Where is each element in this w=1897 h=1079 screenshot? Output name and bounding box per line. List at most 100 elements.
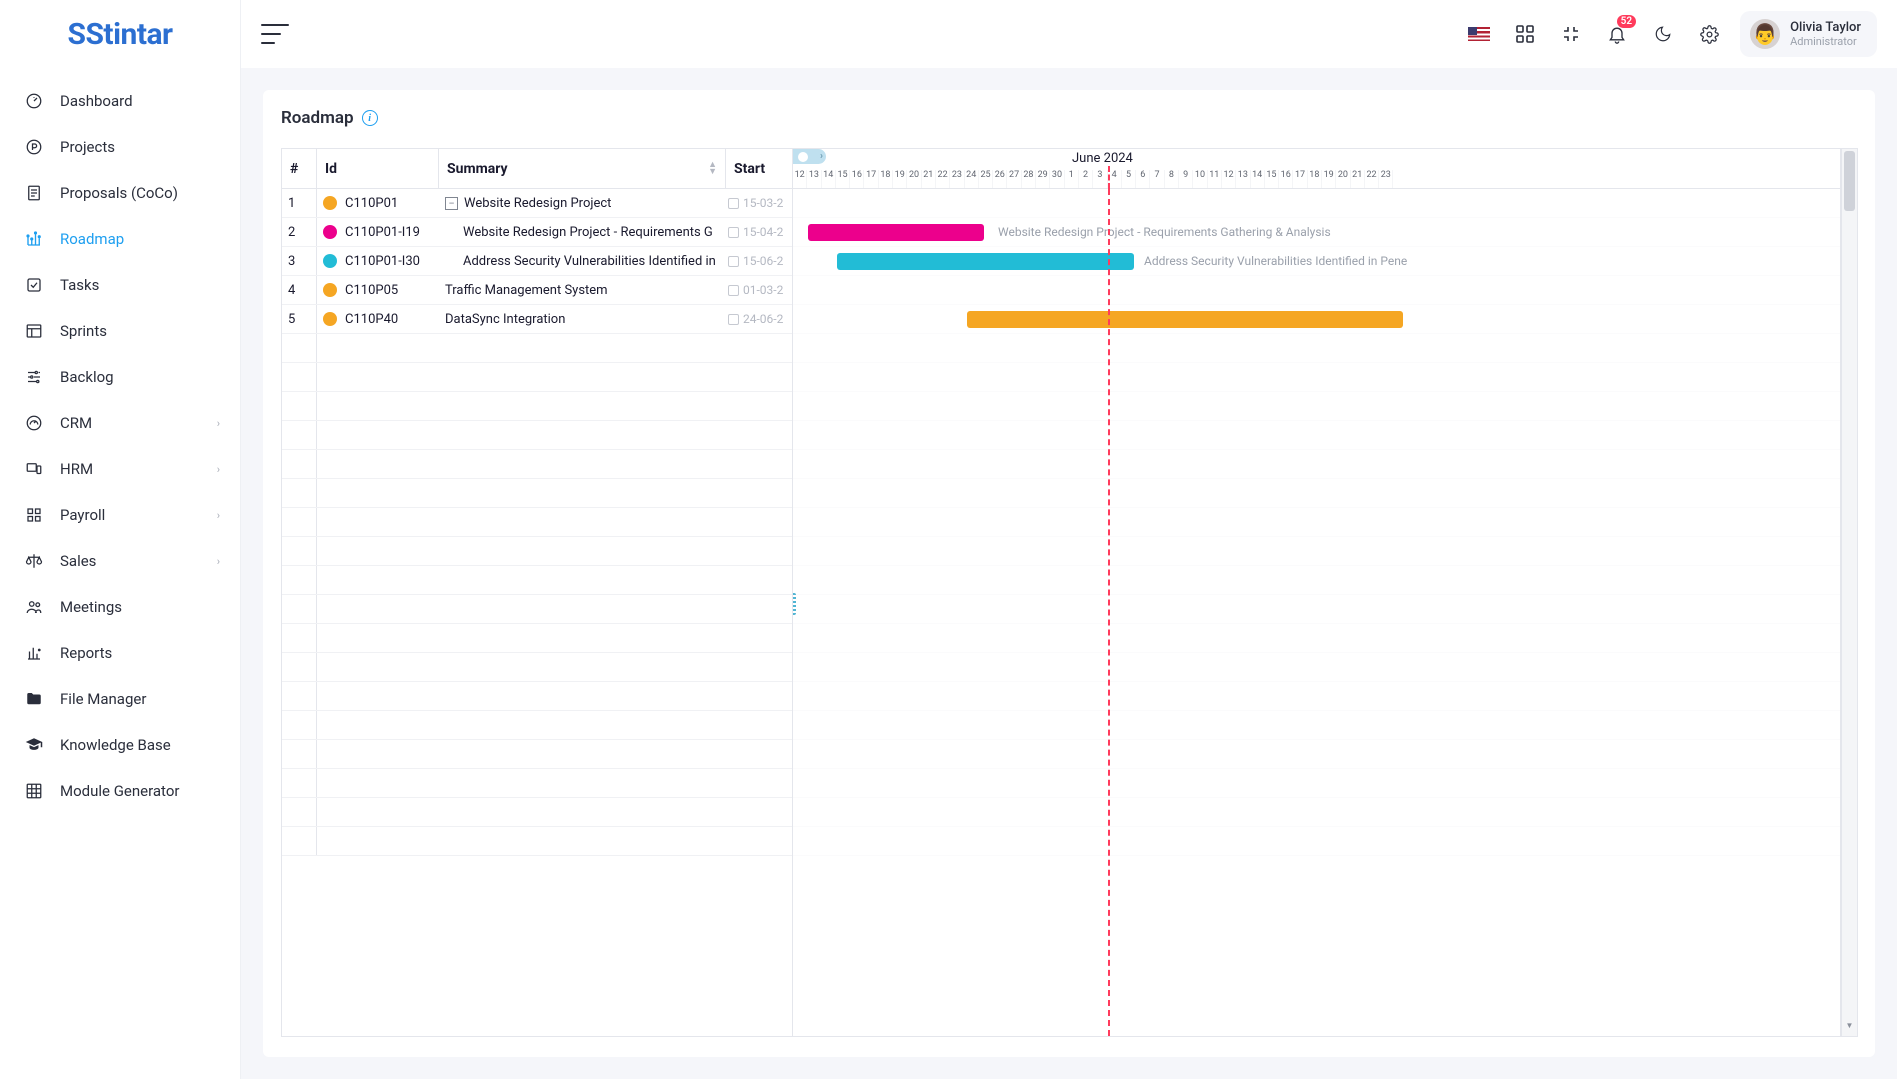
day-tick: 16 (850, 170, 864, 188)
gantt-bar[interactable] (808, 224, 984, 241)
fullscreen-exit-icon[interactable] (1550, 13, 1592, 55)
sidebar: SStintar DashboardProjectsProposals (CoC… (0, 0, 241, 1079)
main-content: Roadmap i # Id Summary ▲▼ Start 1C110P01… (241, 68, 1897, 1079)
devices-icon (24, 459, 44, 479)
status-dot (323, 283, 337, 297)
col-number[interactable]: # (282, 149, 317, 188)
table-row-empty (282, 421, 792, 450)
notifications-bell-icon[interactable]: 52 (1596, 13, 1638, 55)
gantt-bar[interactable] (837, 253, 1134, 270)
checkbox[interactable] (728, 256, 739, 267)
sidebar-item-sales[interactable]: Sales› (0, 538, 240, 584)
scale-icon (24, 551, 44, 571)
table-row-empty (282, 595, 792, 624)
table-row-empty (282, 827, 792, 856)
table-row[interactable]: 5C110P40DataSync Integration24-06-2 (282, 305, 792, 334)
page-title: Roadmap (281, 108, 354, 128)
day-tick: 16 (1279, 170, 1293, 188)
table-row-empty (282, 392, 792, 421)
day-tick: 11 (1208, 170, 1222, 188)
sidebar-item-roadmap[interactable]: Roadmap (0, 216, 240, 262)
table-row[interactable]: 1C110P01−Website Redesign Project15-03-2 (282, 189, 792, 218)
col-id[interactable]: Id (317, 149, 439, 188)
user-menu[interactable]: Olivia Taylor Administrator (1740, 11, 1877, 57)
day-tick: 19 (1322, 170, 1336, 188)
split-handle[interactable] (793, 593, 796, 615)
today-marker-line (1108, 189, 1110, 1036)
grad-cap-icon (24, 735, 44, 755)
gantt-grid: # Id Summary ▲▼ Start 1C110P01−Website R… (282, 149, 793, 1036)
table-row-empty (282, 769, 792, 798)
table-row-empty (282, 624, 792, 653)
sort-icon[interactable]: ▲▼ (708, 162, 717, 176)
table-row[interactable]: 3C110P01-I30Address Security Vulnerabili… (282, 247, 792, 276)
checkbox[interactable] (728, 198, 739, 209)
col-start[interactable]: Start (726, 149, 792, 188)
sidebar-item-sprints[interactable]: Sprints (0, 308, 240, 354)
p-circle-icon (24, 137, 44, 157)
day-tick: 12 (793, 170, 807, 188)
gantt-row (793, 276, 1840, 305)
day-tick: 13 (807, 170, 821, 188)
gantt-bar[interactable] (967, 311, 1403, 328)
user-name: Olivia Taylor (1790, 20, 1861, 35)
tree-collapse-icon[interactable]: − (445, 197, 458, 210)
logo[interactable]: SStintar (0, 0, 240, 68)
day-tick: 18 (1308, 170, 1322, 188)
avatar (1750, 19, 1780, 49)
sidebar-item-hrm[interactable]: HRM› (0, 446, 240, 492)
table-row-empty (282, 479, 792, 508)
day-tick: 15 (836, 170, 850, 188)
day-tick: 8 (1165, 170, 1179, 188)
sidebar-item-module-generator[interactable]: Module Generator (0, 768, 240, 814)
day-tick: 27 (1007, 170, 1021, 188)
apps-grid-icon[interactable] (1504, 13, 1546, 55)
day-tick: 10 (1193, 170, 1207, 188)
table-row[interactable]: 4C110P05Traffic Management System01-03-2 (282, 276, 792, 305)
day-tick: 21 (1351, 170, 1365, 188)
scroll-thumb[interactable] (1844, 151, 1855, 211)
table-row-empty (282, 653, 792, 682)
checkbox[interactable] (728, 285, 739, 296)
status-dot (323, 312, 337, 326)
vertical-scrollbar[interactable]: ▲ ▼ (1841, 148, 1858, 1037)
check-square-icon (24, 275, 44, 295)
sidebar-item-backlog[interactable]: Backlog (0, 354, 240, 400)
sidebar-item-knowledge-base[interactable]: Knowledge Base (0, 722, 240, 768)
sidebar-item-meetings[interactable]: Meetings (0, 584, 240, 630)
gantt-container: # Id Summary ▲▼ Start 1C110P01−Website R… (281, 148, 1841, 1037)
col-summary[interactable]: Summary ▲▼ (439, 149, 726, 188)
grid-icon (24, 505, 44, 525)
notification-badge: 52 (1617, 15, 1636, 28)
users-icon (24, 597, 44, 617)
checkbox[interactable] (728, 227, 739, 238)
sidebar-item-proposals-coco-[interactable]: Proposals (CoCo) (0, 170, 240, 216)
table-row-empty (282, 537, 792, 566)
sidebar-item-reports[interactable]: Reports (0, 630, 240, 676)
scroll-down-icon[interactable]: ▼ (1842, 1021, 1857, 1035)
sidebar-item-tasks[interactable]: Tasks (0, 262, 240, 308)
chart-icon (24, 229, 44, 249)
sidebar-item-file-manager[interactable]: File Manager (0, 676, 240, 722)
menu-toggle-icon[interactable] (261, 24, 289, 44)
sidebar-item-crm[interactable]: CRM› (0, 400, 240, 446)
day-tick: 29 (1036, 170, 1050, 188)
checkbox[interactable] (728, 314, 739, 325)
sidebar-item-payroll[interactable]: Payroll› (0, 492, 240, 538)
sidebar-item-dashboard[interactable]: Dashboard (0, 78, 240, 124)
table-row[interactable]: 2C110P01-I19Website Redesign Project - R… (282, 218, 792, 247)
sidebar-item-projects[interactable]: Projects (0, 124, 240, 170)
info-icon[interactable]: i (362, 110, 378, 126)
gantt-timeline: ‹› June 2024 121314151617181920212223242… (793, 149, 1840, 1036)
day-tick: 2 (1079, 170, 1093, 188)
timeline-drag-handle[interactable]: ‹› (793, 149, 826, 164)
settings-gear-icon[interactable] (1688, 13, 1730, 55)
today-marker (1108, 166, 1110, 189)
language-flag[interactable] (1458, 13, 1500, 55)
day-tick: 28 (1022, 170, 1036, 188)
day-tick: 19 (893, 170, 907, 188)
table-row-empty (282, 450, 792, 479)
gantt-bar-label: Address Security Vulnerabilities Identif… (1144, 254, 1407, 268)
month-label: June 2024 (1072, 151, 1133, 166)
dark-mode-icon[interactable] (1642, 13, 1684, 55)
